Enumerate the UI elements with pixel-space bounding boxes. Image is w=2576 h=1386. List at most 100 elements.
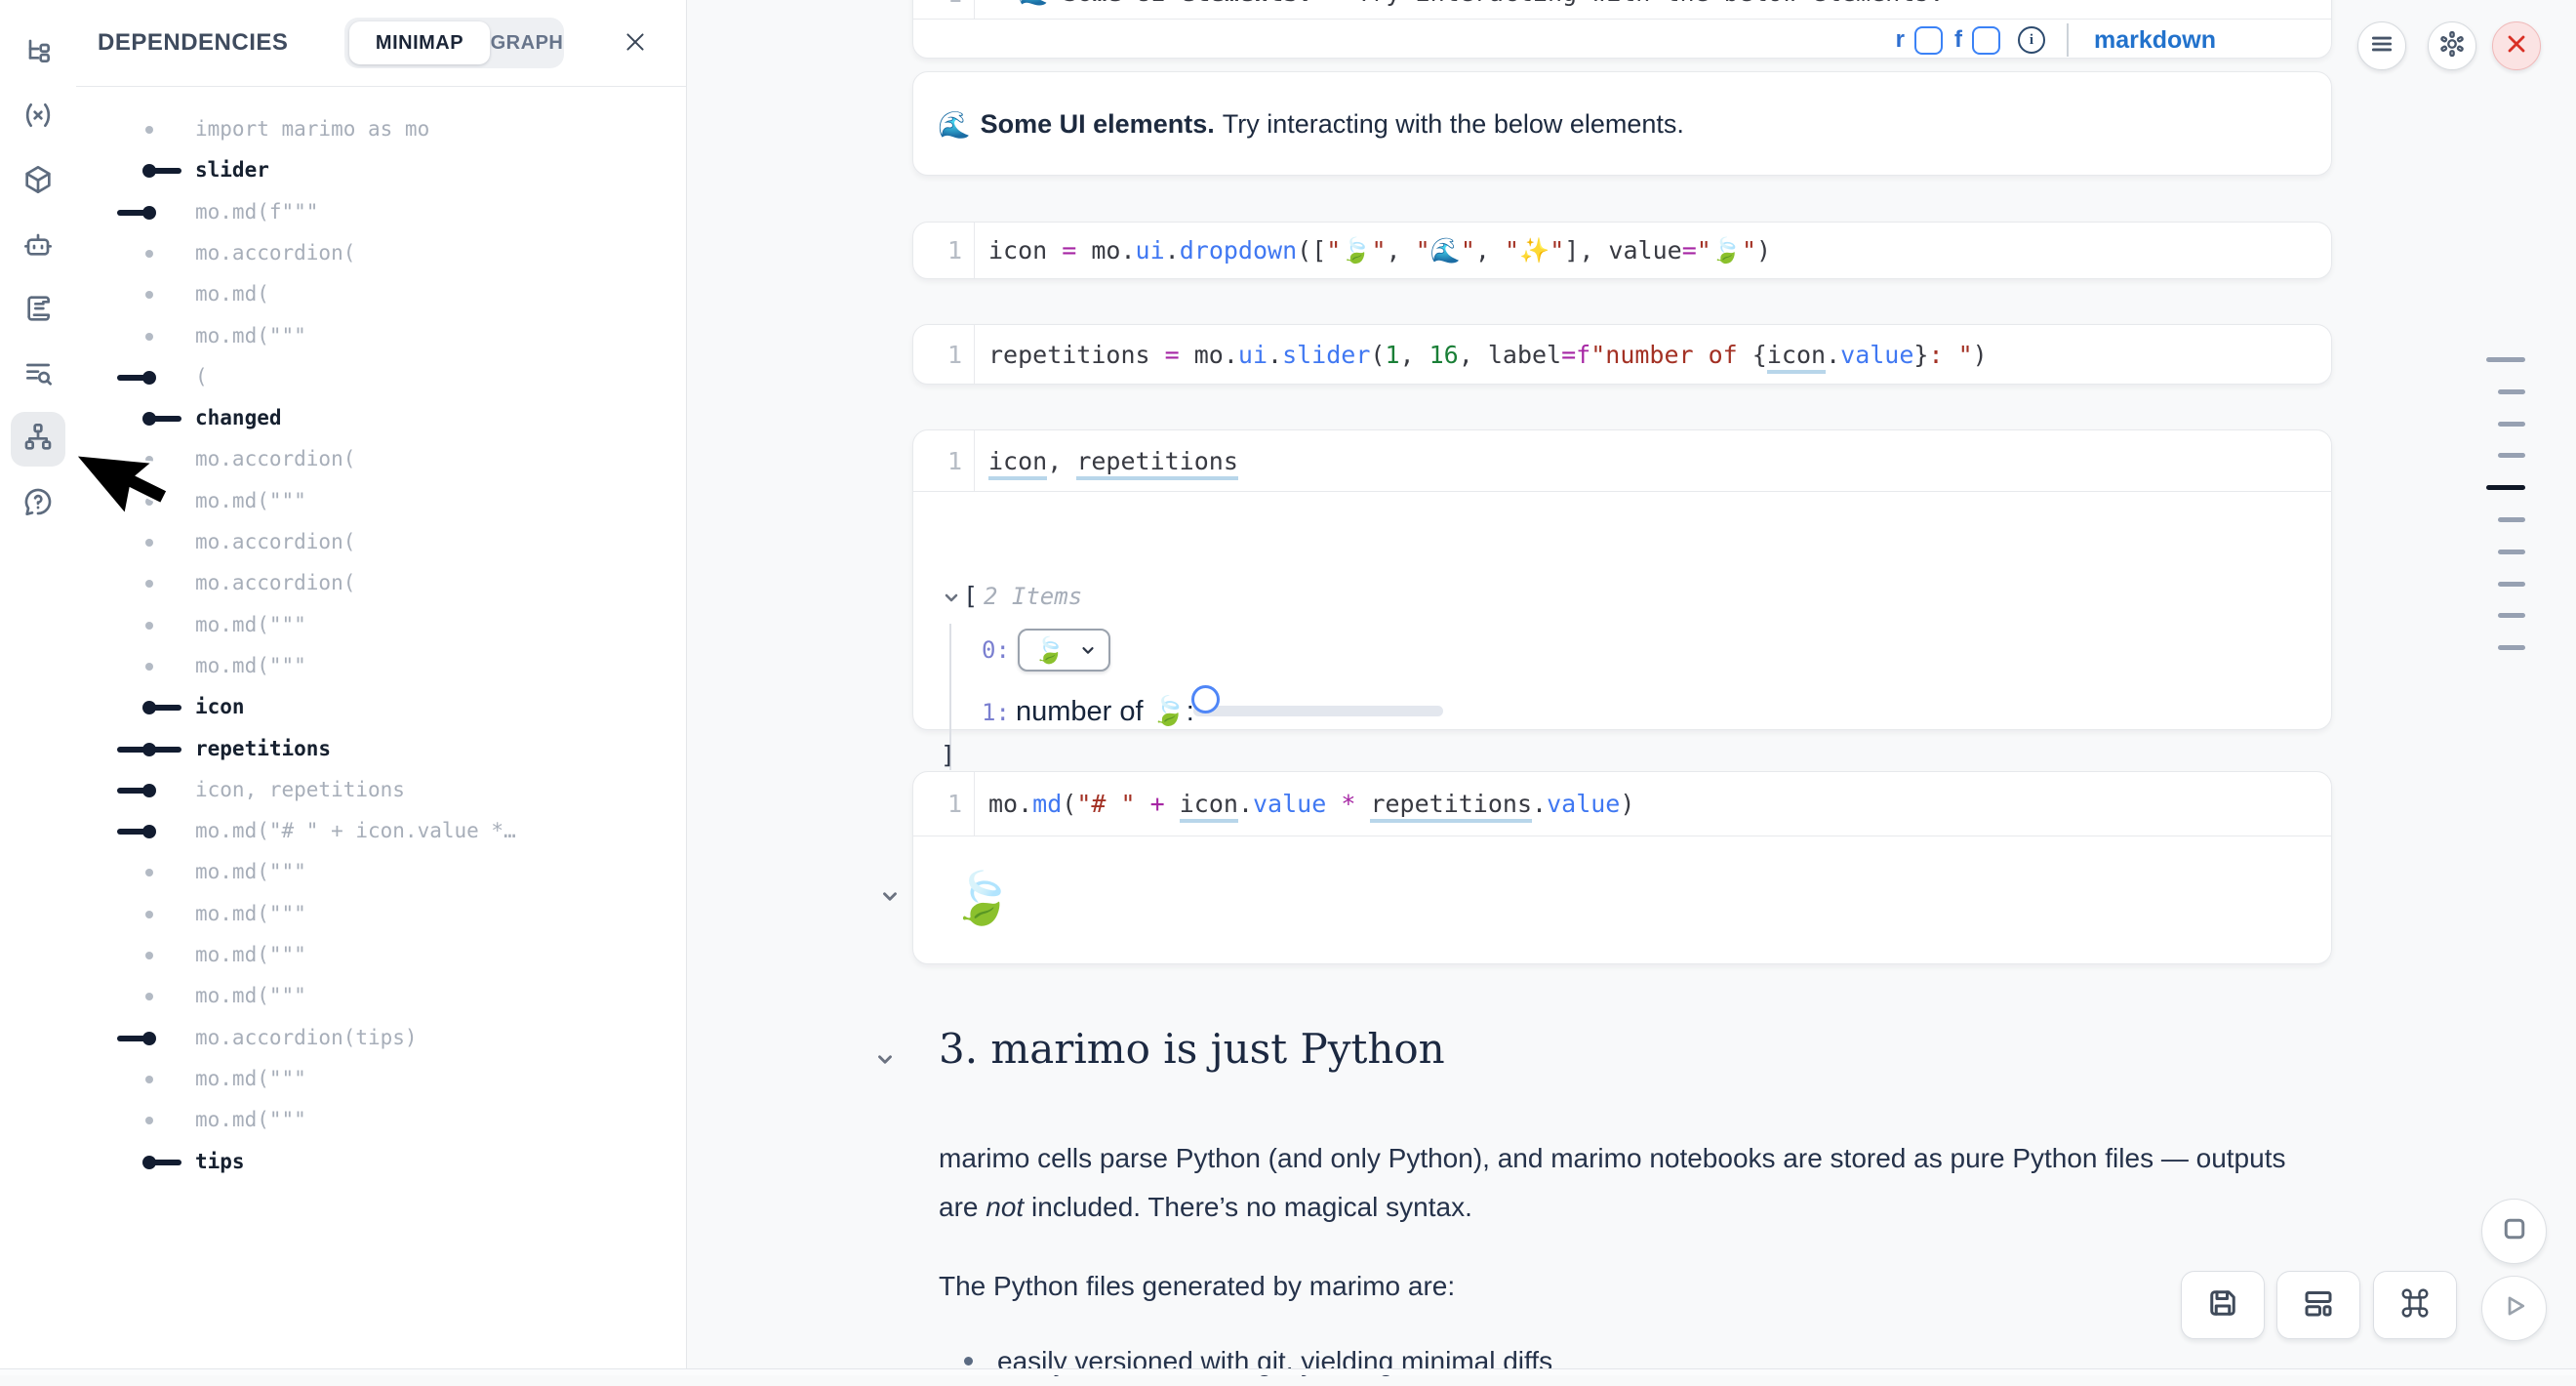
minimap-item-label: import marimo as mo — [195, 117, 429, 141]
minimap-item-label: mo.md(""" — [195, 984, 306, 1007]
minimap-item-label: mo.accordion( — [195, 447, 355, 470]
navigator-line[interactable] — [2498, 422, 2525, 427]
shutdown-button[interactable] — [2492, 21, 2541, 70]
chevron-down-icon[interactable] — [874, 1048, 896, 1075]
minimap-item-label: mo.md(f""" — [195, 200, 318, 224]
cell-icon-repetitions[interactable]: 1 icon, repetitions [ 2 Items 0: 🍃 1: nu… — [912, 429, 2332, 730]
navigator-line[interactable] — [2498, 582, 2525, 587]
cell-icon-dropdown[interactable]: 1 icon = mo.ui.dropdown(["🍃", "🌊", "✨"],… — [912, 222, 2332, 279]
minimap-item-label: mo.md(""" — [195, 654, 306, 677]
slider-track[interactable] — [1193, 706, 1443, 716]
info-icon[interactable]: i — [2018, 26, 2045, 54]
dependencies-button[interactable] — [11, 412, 65, 467]
minimap-item-label: mo.md(""" — [195, 902, 306, 925]
cell-dot-icon — [117, 1099, 187, 1140]
dependencies-panel: DEPENDENCIES MINIMAP GRAPH import marimo… — [76, 0, 687, 1368]
icon-dropdown-select[interactable]: 🍃 — [1018, 629, 1110, 672]
navigator-line-active[interactable] — [2486, 485, 2525, 490]
array-close-bracket: ] — [941, 741, 955, 769]
layout-toggle-button[interactable] — [2276, 1271, 2360, 1339]
ai-assistant-button[interactable] — [11, 220, 65, 274]
navigator-line[interactable] — [2498, 645, 2525, 650]
minimap-item[interactable]: tips — [117, 1141, 245, 1182]
cell-md-output[interactable]: 1 mo.md("# " + icon.value * repetitions.… — [912, 771, 2332, 964]
dependency-node-icon — [117, 191, 187, 232]
minimap-item[interactable]: mo.md(""" — [117, 893, 306, 934]
variables-button[interactable] — [11, 90, 65, 144]
navigator-line[interactable] — [2486, 357, 2525, 362]
minimap-item[interactable]: slider — [117, 149, 269, 190]
line-number: 1 — [913, 790, 974, 818]
code-editor-line[interactable]: repetitions = mo.ui.slider(1, 16, label=… — [975, 341, 1988, 369]
stop-button[interactable] — [2481, 1199, 2547, 1264]
cell-dot-icon — [117, 521, 187, 562]
cell-repetitions-slider[interactable]: 1 repetitions = mo.ui.slider(1, 16, labe… — [912, 324, 2332, 385]
minimap-item[interactable]: mo.accordion( — [117, 232, 355, 273]
panel-close-button[interactable] — [619, 27, 652, 61]
minimap-item[interactable]: import marimo as mo — [117, 108, 429, 149]
minimap-item[interactable]: mo.accordion( — [117, 438, 355, 479]
minimap-item[interactable]: icon — [117, 686, 245, 727]
cell-dot-icon — [117, 604, 187, 645]
cell-output-area: [ 2 Items 0: 🍃 1: number of 🍃: ] — [913, 492, 2331, 730]
code-editor-line[interactable]: mo.md("# " + icon.value * repetitions.va… — [975, 790, 1634, 818]
navigator-line[interactable] — [2498, 389, 2525, 394]
dependency-node-icon — [117, 149, 187, 190]
navigator-line[interactable] — [2498, 517, 2525, 522]
minimap-item[interactable]: mo.md( — [117, 273, 269, 314]
chevron-down-icon[interactable] — [879, 885, 901, 912]
scratchpad-button[interactable] — [11, 283, 65, 338]
wave-emoji: 🌊 — [938, 109, 971, 141]
dependency-node-icon — [117, 397, 187, 438]
minimap-item[interactable]: mo.md(""" — [117, 604, 306, 645]
minimap-item[interactable]: mo.accordion( — [117, 521, 355, 562]
tab-graph[interactable]: GRAPH — [490, 21, 564, 64]
navigator-line[interactable] — [2498, 613, 2525, 618]
notebook-menu-button[interactable] — [2357, 21, 2406, 70]
slider-knob[interactable] — [1191, 685, 1220, 713]
chevron-down-icon[interactable] — [942, 588, 961, 612]
minimap-item[interactable]: repetitions — [117, 728, 331, 769]
help-button[interactable] — [11, 476, 65, 531]
minimap-item[interactable]: mo.accordion(tips) — [117, 1017, 418, 1058]
run-button[interactable] — [2481, 1276, 2547, 1341]
minimap-item[interactable]: icon, repetitions — [117, 769, 405, 810]
minimap-item-label: mo.accordion( — [195, 241, 355, 265]
minimap-item[interactable]: ( — [117, 356, 208, 397]
packages-button[interactable] — [11, 154, 65, 209]
minimap-item[interactable]: mo.md(""" — [117, 975, 306, 1016]
dependency-node-icon — [117, 810, 187, 851]
minimap-item-label: mo.md(""" — [195, 943, 306, 966]
gear-icon — [2438, 30, 2466, 62]
minimap-item[interactable]: mo.md(""" — [117, 934, 306, 975]
minimap-item[interactable]: mo.md(""" — [117, 645, 306, 686]
minimap-item[interactable]: mo.accordion( — [117, 562, 355, 603]
markdown-source-line[interactable]: **🌊 Some UI elements.** Try interacting … — [975, 0, 1944, 8]
code-editor-line[interactable]: icon = mo.ui.dropdown(["🍃", "🌊", "✨"], v… — [975, 236, 1771, 265]
navigator-line[interactable] — [2498, 453, 2525, 458]
minimap-item[interactable]: mo.md(""" — [117, 851, 306, 892]
fstring-toggle-label: f — [1954, 26, 1962, 54]
close-x-icon — [2505, 32, 2528, 61]
fstring-toggle-checkbox[interactable] — [1972, 26, 2000, 55]
minimap-item[interactable]: mo.md("# " + icon.value *… — [117, 810, 516, 851]
minimap-item-label: mo.md(""" — [195, 489, 306, 512]
tab-minimap[interactable]: MINIMAP — [349, 21, 490, 64]
floppy-save-icon — [2205, 1285, 2240, 1325]
minimap-item[interactable]: mo.md(""" — [117, 1099, 306, 1140]
language-badge[interactable]: markdown — [2094, 26, 2216, 55]
reactive-toggle-checkbox[interactable] — [1914, 26, 1943, 55]
navigator-line[interactable] — [2498, 550, 2525, 554]
minimap-item[interactable]: mo.md(""" — [117, 1058, 306, 1099]
snippets-button[interactable] — [11, 347, 65, 402]
code-editor-line[interactable]: icon, repetitions — [975, 447, 1238, 475]
minimap-item[interactable]: mo.md(f""" — [117, 191, 318, 232]
minimap-item[interactable]: mo.md(""" — [117, 315, 306, 356]
minimap-item[interactable]: changed — [117, 397, 282, 438]
file-explorer-button[interactable] — [11, 27, 65, 82]
minimap-item-label: mo.md(""" — [195, 324, 306, 347]
save-button[interactable] — [2181, 1271, 2265, 1339]
cell-markdown-intro-editor[interactable]: 1 **🌊 Some UI elements.** Try interactin… — [912, 0, 2332, 59]
keyboard-shortcuts-button[interactable] — [2373, 1271, 2457, 1339]
settings-button[interactable] — [2428, 21, 2476, 70]
